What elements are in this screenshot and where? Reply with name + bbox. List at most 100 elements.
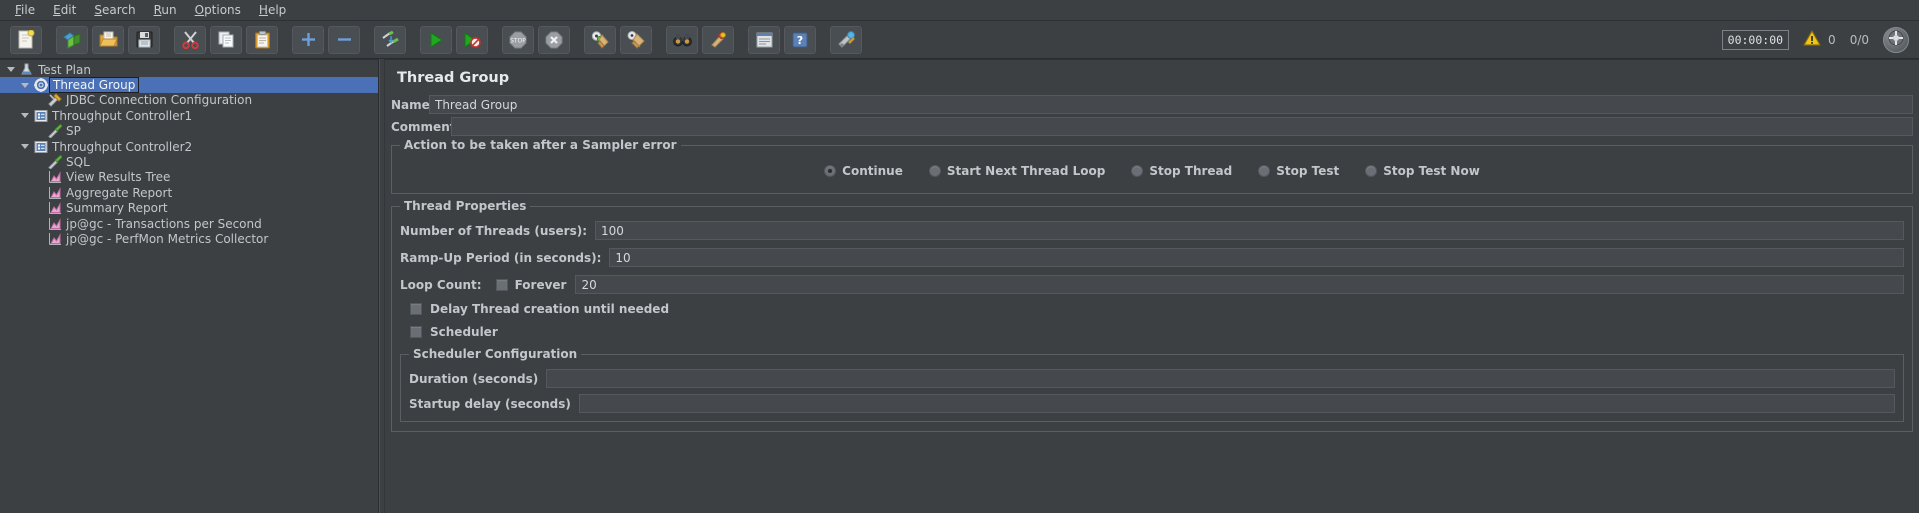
scheduler-row[interactable]: Scheduler: [410, 325, 1904, 339]
expand-all-button[interactable]: [292, 25, 324, 54]
toggle-arrows-icon: [381, 31, 400, 48]
menu-help[interactable]: Help: [250, 1, 295, 20]
menu-options[interactable]: Options: [186, 1, 250, 20]
active-threads-count: 0/0: [1849, 33, 1869, 47]
tree-node-summary-report[interactable]: Summary Report: [0, 201, 378, 216]
comments-input[interactable]: [451, 117, 1913, 136]
menu-edit[interactable]: Edit: [44, 1, 85, 20]
sampler-icon: [46, 155, 63, 170]
help-button[interactable]: ?: [784, 25, 816, 54]
tree-node-aggregate-report[interactable]: Aggregate Report: [0, 185, 378, 200]
scissors-icon: [181, 30, 199, 49]
radio-continue-control[interactable]: [824, 165, 837, 177]
name-input[interactable]: [429, 95, 1913, 114]
clipboard-icon: [254, 30, 270, 49]
warning-indicator[interactable]: 0: [1803, 30, 1836, 50]
radio-stop-thread[interactable]: Stop Thread: [1131, 164, 1232, 178]
tree-node-test-plan[interactable]: Test Plan: [0, 62, 378, 77]
search-button[interactable]: [666, 25, 698, 54]
undo-redo-button[interactable]: [830, 25, 862, 54]
new-button[interactable]: [10, 25, 42, 54]
function-helper-button[interactable]: [748, 25, 780, 54]
collapse-all-button[interactable]: [328, 25, 360, 54]
svg-text:STOP: STOP: [510, 37, 526, 44]
radio-start-next-thread-loop[interactable]: Start Next Thread Loop: [928, 164, 1106, 178]
paste-button[interactable]: [246, 25, 278, 54]
toolbar-status-area: 00:00:00 0 0/0: [1721, 21, 1909, 59]
play-no-timers-icon: [464, 31, 481, 48]
clear-button[interactable]: [584, 25, 616, 54]
expand-toggle[interactable]: [4, 67, 18, 73]
test-plan-tree[interactable]: Test Plan Thread Group JDBC Connection C…: [0, 59, 379, 513]
number-of-threads-input[interactable]: [595, 221, 1904, 240]
radio-stop-test[interactable]: Stop Test: [1258, 164, 1339, 178]
tree-node-view-results-tree[interactable]: View Results Tree: [0, 170, 378, 185]
expand-toggle[interactable]: [18, 113, 32, 119]
tree-node-perfmon-metrics-collector[interactable]: jp@gc - PerfMon Metrics Collector: [0, 231, 378, 246]
controller-icon: [32, 109, 49, 123]
ramp-up-period-row: Ramp-Up Period (in seconds):: [400, 248, 1904, 267]
radio-start-next-thread-loop-control[interactable]: [928, 165, 941, 177]
tree-node-transactions-per-second[interactable]: jp@gc - Transactions per Second: [0, 216, 378, 231]
thread-group-editor: Thread Group Name: Comments: Action to b…: [385, 59, 1919, 513]
listener-icon: [46, 232, 63, 246]
svg-text:?: ?: [797, 34, 803, 47]
copy-button[interactable]: [210, 25, 242, 54]
new-document-icon: [18, 30, 35, 49]
tree-node-sp[interactable]: SP: [0, 124, 378, 139]
tree-node-throughput-controller1[interactable]: Throughput Controller1: [0, 108, 378, 123]
tree-node-label: jp@gc - PerfMon Metrics Collector: [66, 231, 269, 246]
radio-stop-thread-label: Stop Thread: [1149, 164, 1233, 178]
scheduler-label: Scheduler: [430, 325, 498, 339]
startup-delay-row: Startup delay (seconds): [409, 394, 1895, 413]
radio-stop-thread-control[interactable]: [1131, 165, 1144, 177]
toggle-button[interactable]: [374, 25, 406, 54]
start-button[interactable]: [420, 25, 452, 54]
radio-stop-test-now-control[interactable]: [1365, 165, 1378, 177]
save-floppy-icon: [136, 31, 153, 48]
start-no-timers-button[interactable]: [456, 25, 488, 54]
cut-button[interactable]: [174, 25, 206, 54]
tree-node-throughput-controller2[interactable]: Throughput Controller2: [0, 139, 378, 154]
shutdown-button[interactable]: [538, 25, 570, 54]
clear-all-button[interactable]: [620, 25, 652, 54]
expand-toggle[interactable]: [18, 144, 32, 150]
ramp-up-period-input[interactable]: [609, 248, 1904, 267]
startup-delay-input[interactable]: [578, 394, 1895, 413]
sampler-icon: [46, 124, 63, 139]
menu-search[interactable]: Search: [85, 1, 144, 20]
green-play-icon: [429, 31, 444, 48]
menu-run[interactable]: Run: [145, 1, 186, 20]
save-button[interactable]: [128, 25, 160, 54]
remote-engines-button[interactable]: [1883, 27, 1909, 53]
scheduler-checkbox[interactable]: [410, 326, 422, 338]
warning-triangle-icon: [1803, 30, 1821, 50]
jmeter-window: File Edit Search Run Options Help STOP ?…: [0, 0, 1919, 513]
open-button[interactable]: [92, 25, 124, 54]
radio-stop-test-now-label: Stop Test Now: [1383, 164, 1480, 178]
duration-input[interactable]: [546, 369, 1895, 388]
stop-button[interactable]: STOP: [502, 25, 534, 54]
tree-node-thread-group[interactable]: Thread Group: [0, 77, 378, 94]
tree-node-jdbc-connection-configuration[interactable]: JDBC Connection Configuration: [0, 93, 378, 108]
scheduler-configuration-legend: Scheduler Configuration: [409, 347, 582, 361]
forever-checkbox[interactable]: [495, 278, 508, 291]
loop-count-input[interactable]: [575, 275, 1904, 294]
radio-stop-test-control[interactable]: [1258, 165, 1271, 177]
delay-thread-creation-row[interactable]: Delay Thread creation until needed: [410, 302, 1904, 316]
number-of-threads-label: Number of Threads (users):: [400, 223, 588, 238]
comments-row: Comments:: [391, 117, 1913, 136]
expand-toggle[interactable]: [18, 82, 32, 88]
tree-node-sql[interactable]: SQL: [0, 154, 378, 170]
radio-start-next-thread-loop-label: Start Next Thread Loop: [946, 164, 1106, 178]
tree-node-label: Thread Group: [49, 77, 140, 94]
radio-stop-test-now[interactable]: Stop Test Now: [1365, 164, 1480, 178]
menu-file[interactable]: File: [6, 1, 44, 20]
templates-button[interactable]: [56, 25, 88, 54]
delay-thread-creation-checkbox[interactable]: [410, 303, 422, 315]
reset-search-button[interactable]: [702, 25, 734, 54]
listener-icon: [46, 201, 63, 215]
radio-continue[interactable]: Continue: [824, 164, 903, 178]
tree-node-label: View Results Tree: [66, 170, 171, 185]
toolbar: STOP ? 00:00:00 0 0/0: [0, 21, 1919, 59]
